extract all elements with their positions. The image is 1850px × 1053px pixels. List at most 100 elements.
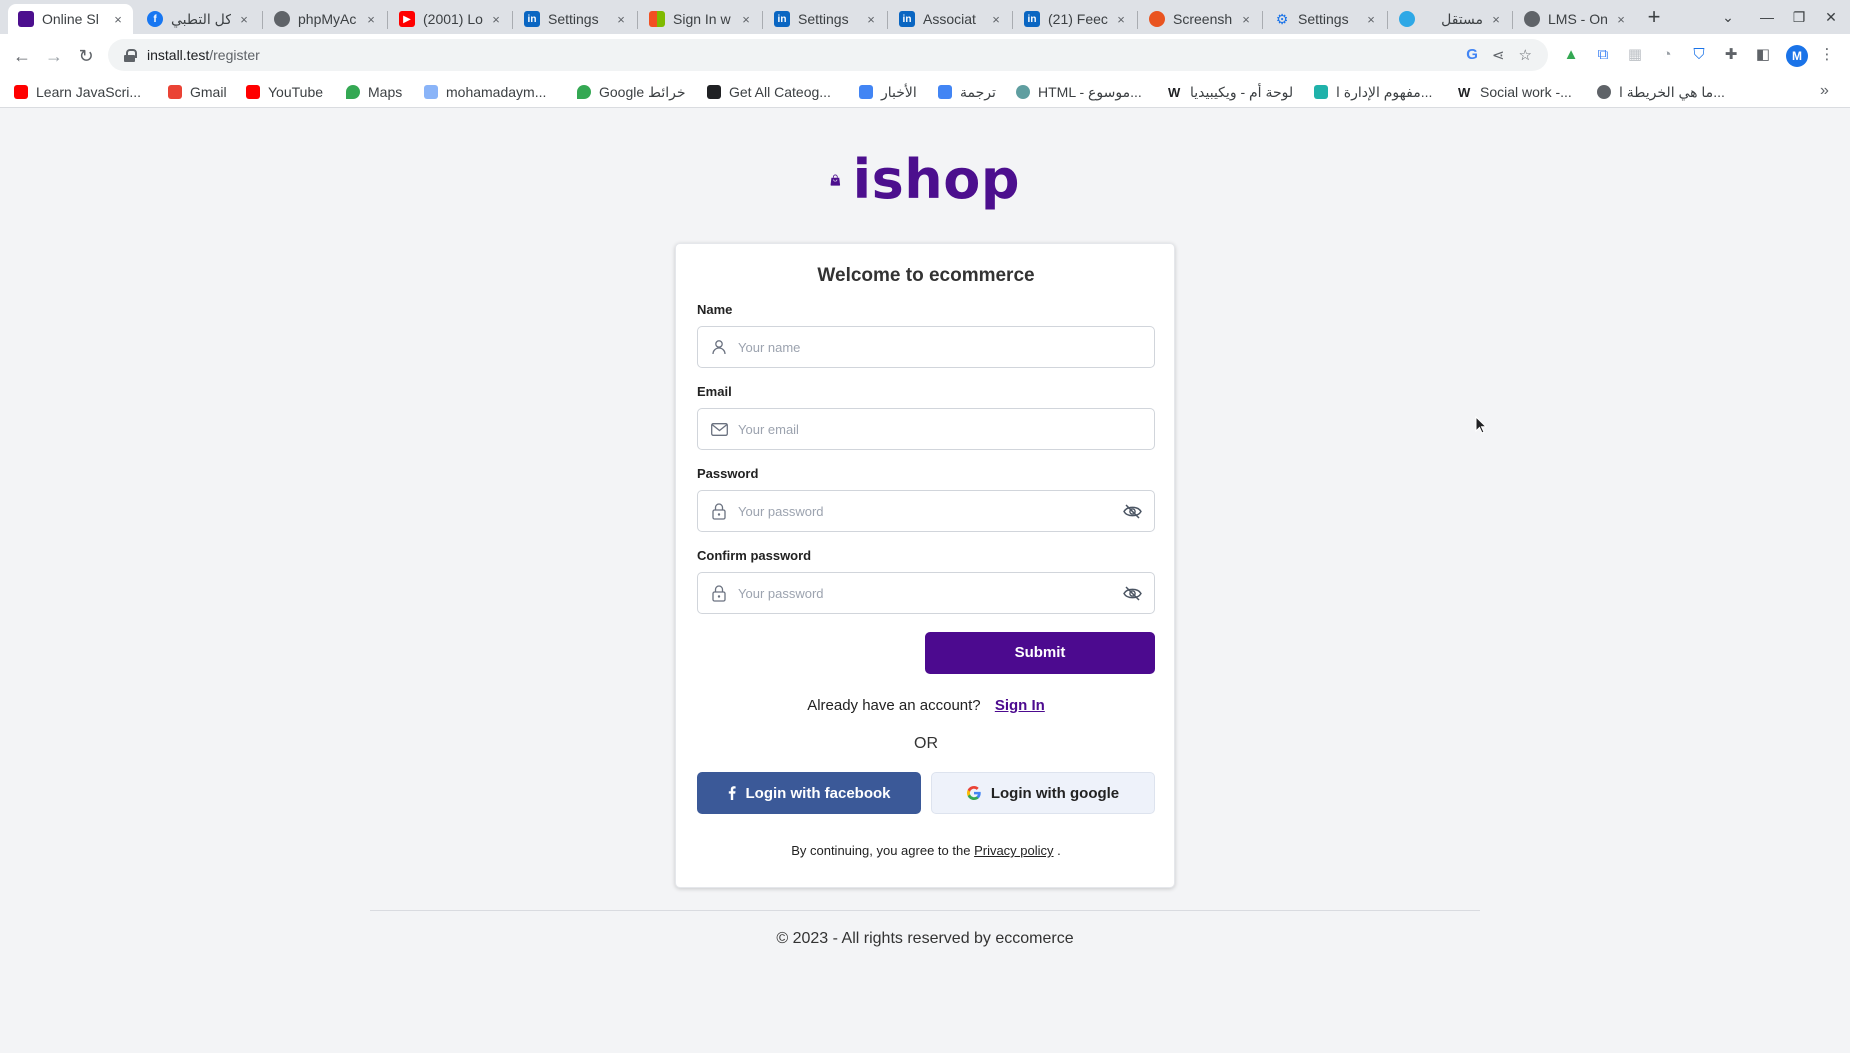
confirm-password-input[interactable]: [738, 585, 1122, 601]
profile-avatar[interactable]: M: [1786, 45, 1808, 67]
reload-button[interactable]: ↻: [72, 42, 100, 70]
register-card: Welcome to ecommerce Name Email Password: [675, 243, 1175, 888]
url-path: /register: [209, 47, 260, 63]
side-panel-icon[interactable]: ◧: [1752, 44, 1774, 66]
map-pin-icon: [346, 85, 360, 99]
bookmark-label: mohamadaym...: [446, 84, 547, 100]
tab-close-icon[interactable]: ×: [739, 12, 753, 27]
ubuntu-icon: [1149, 11, 1165, 27]
tab-online-shop[interactable]: Online Sl ×: [8, 4, 133, 34]
google-translate-icon[interactable]: G: [1466, 46, 1478, 64]
bookmark-item[interactable]: HTML - موسوع...: [1016, 82, 1142, 102]
bookmark-item[interactable]: YouTube: [246, 82, 323, 102]
tab-close-icon[interactable]: ×: [111, 12, 125, 27]
bookmark-item[interactable]: Maps: [346, 82, 402, 102]
site-logo[interactable]: ishop: [830, 150, 1020, 210]
menu-kebab-icon[interactable]: ⋮: [1816, 44, 1838, 66]
tab-linkedin-feed[interactable]: in (21) Feec ×: [1014, 4, 1136, 34]
shield-icon[interactable]: ⛉: [1688, 44, 1710, 66]
bookmark-item[interactable]: Get All Cateog...: [707, 82, 831, 102]
tab-close-icon[interactable]: ×: [1114, 12, 1128, 27]
bookmark-item[interactable]: Learn JavaScri...: [14, 82, 141, 102]
tab-list-button[interactable]: ⌄: [1713, 5, 1743, 29]
gear-icon: ⚙: [1275, 10, 1289, 27]
tab-lms[interactable]: LMS - On ×: [1514, 4, 1636, 34]
lock-icon: [710, 502, 728, 520]
browser-toolbar: ← → ↻ install.test/register G ⋖ ☆ ▲ ⧉ ▦ …: [0, 34, 1850, 76]
email-field-wrapper: [697, 408, 1155, 450]
eye-slash-icon[interactable]: [1122, 583, 1142, 603]
privacy-policy-link[interactable]: Privacy policy: [974, 843, 1053, 858]
tab-close-icon[interactable]: ×: [364, 12, 378, 27]
share-icon[interactable]: ⋖: [1492, 46, 1505, 64]
bookmark-item[interactable]: mohamadaym...: [424, 82, 546, 102]
globe-icon: [1597, 85, 1611, 99]
tab-screenshot[interactable]: Screensh ×: [1139, 4, 1261, 34]
bookmark-item[interactable]: Google خرائط: [577, 82, 686, 102]
tab-microsoft-signin[interactable]: Sign In w ×: [639, 4, 761, 34]
tab-close-icon[interactable]: ×: [237, 12, 251, 27]
forward-button[interactable]: →: [40, 42, 68, 70]
sign-in-link[interactable]: Sign In: [995, 697, 1045, 714]
address-bar[interactable]: install.test/register G ⋖ ☆: [108, 39, 1548, 71]
password-label: Password: [697, 466, 759, 481]
bookmark-item[interactable]: ترجمة: [938, 82, 996, 102]
google-icon: [966, 786, 981, 800]
bookmark-item[interactable]: Gmail: [168, 82, 227, 102]
extension-clock-icon[interactable]: ◔: [1656, 44, 1678, 66]
bookmark-label: لوحة أم - ويكيبيديا: [1190, 83, 1294, 100]
bookmarks-overflow-button[interactable]: »: [1820, 82, 1829, 100]
bookmark-star-icon[interactable]: ☆: [1519, 46, 1532, 64]
tab-close-icon[interactable]: ×: [489, 12, 503, 27]
tab-linkedin-settings-2[interactable]: in Settings ×: [764, 4, 886, 34]
shopping-bag-icon: [830, 174, 841, 186]
password-field-wrapper: [697, 490, 1155, 532]
extension-grid-icon[interactable]: ▦: [1624, 44, 1646, 66]
vue-devtools-icon[interactable]: ▲: [1560, 44, 1582, 66]
minimize-button[interactable]: —: [1752, 5, 1782, 29]
omnibox-actions: G ⋖ ☆: [1466, 46, 1532, 64]
bookmark-item[interactable]: مفهوم الإدارة ا...: [1314, 82, 1432, 102]
linkedin-icon: in: [899, 11, 915, 27]
tab-close-icon[interactable]: ×: [1364, 12, 1378, 27]
translate-extension-icon[interactable]: ⧉: [1592, 44, 1614, 66]
back-button[interactable]: ←: [8, 42, 36, 70]
terms-prefix: By continuing, you agree to the: [791, 843, 971, 858]
extensions-puzzle-icon[interactable]: ✚: [1720, 44, 1742, 66]
bookmark-item[interactable]: ما هي الخريطة ا...: [1597, 82, 1725, 102]
tab-linkedin-settings[interactable]: in Settings ×: [514, 4, 636, 34]
close-window-button[interactable]: ✕: [1816, 5, 1846, 29]
bookmark-label: مفهوم الإدارة ا...: [1336, 83, 1433, 100]
tab-close-icon[interactable]: ×: [1489, 12, 1503, 27]
url-host: install.test: [147, 47, 210, 63]
tab-close-icon[interactable]: ×: [1239, 12, 1253, 27]
tab-close-icon[interactable]: ×: [989, 12, 1003, 27]
bookmark-item[interactable]: W لوحة أم - ويكيبيديا: [1168, 82, 1293, 102]
bookmark-item[interactable]: الأخبار: [859, 82, 917, 102]
eye-slash-icon[interactable]: [1122, 501, 1142, 521]
new-tab-button[interactable]: +: [1640, 4, 1668, 32]
restore-button[interactable]: ❐: [1784, 5, 1814, 29]
tab-close-icon[interactable]: ×: [1614, 12, 1628, 27]
tab-mostaql[interactable]: مستقل ×: [1389, 4, 1511, 34]
name-input[interactable]: [738, 339, 1154, 355]
tab-settings[interactable]: ⚙ Settings ×: [1264, 4, 1386, 34]
facebook-login-button[interactable]: Login with facebook: [697, 772, 921, 814]
tab-facebook[interactable]: f كل التطبي ×: [137, 4, 259, 34]
youtube-icon: [246, 85, 260, 99]
tab-close-icon[interactable]: ×: [864, 12, 878, 27]
footer-copyright: © 2023 - All rights reserved by eccomerc…: [776, 930, 1074, 947]
terms-text: By continuing, you agree to the Privacy …: [676, 843, 1176, 858]
tab-linkedin-associate[interactable]: in Associat ×: [889, 4, 1011, 34]
map-pin-icon: [577, 85, 591, 99]
email-input[interactable]: [738, 421, 1154, 437]
google-login-button[interactable]: Login with google: [931, 772, 1155, 814]
mouse-cursor-icon: [1475, 416, 1487, 434]
submit-button[interactable]: Submit: [925, 632, 1155, 674]
tab-youtube[interactable]: ▶ (2001) Lo ×: [389, 4, 511, 34]
tab-close-icon[interactable]: ×: [614, 12, 628, 27]
facebook-icon: f: [147, 11, 163, 27]
tab-phpmyadmin[interactable]: phpMyAc ×: [264, 4, 386, 34]
password-input[interactable]: [738, 503, 1122, 519]
bookmark-item[interactable]: W Social work -...: [1458, 82, 1572, 102]
